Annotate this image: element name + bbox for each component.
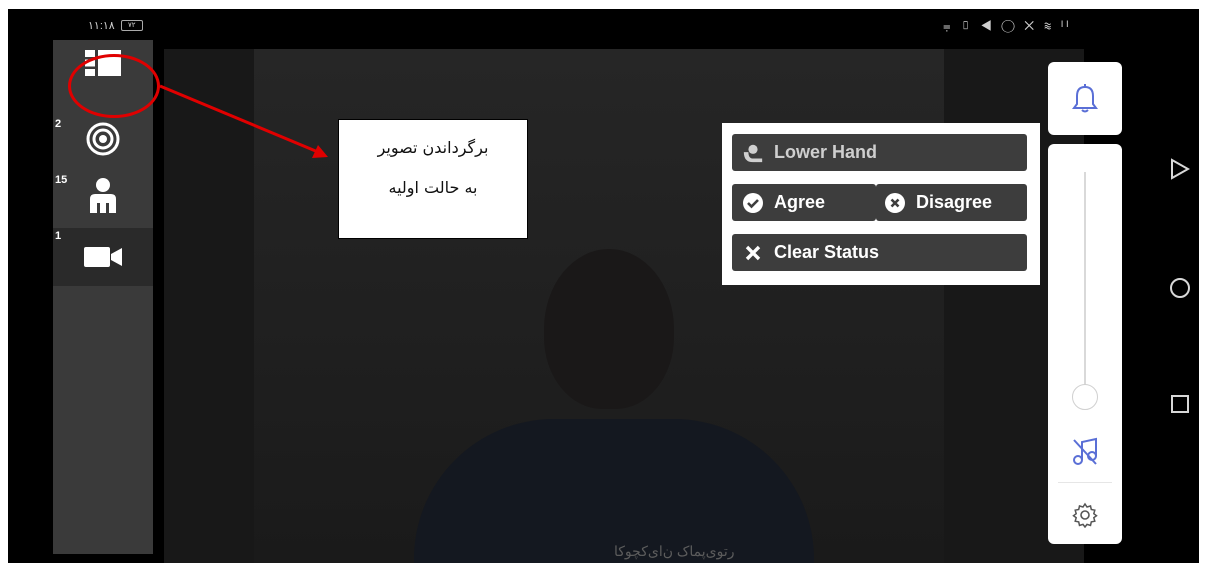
status-icons: ⩦ ▯ ◀ ◯ ✕ ≋ ᴵᴵ bbox=[943, 18, 1072, 33]
android-nav-bar bbox=[1160, 0, 1200, 564]
disagree-label: Disagree bbox=[916, 192, 993, 212]
phone-screen: ۱۱:۱۸ ۷۲ ⩦ ▯ ◀ ◯ ✕ ≋ ᴵᴵ رتوی‌پماک ن‌ای‌ک… bbox=[8, 9, 1199, 563]
status-menu: Lower Hand Agree Disagree Clear Status bbox=[722, 123, 1040, 285]
home-circle-icon[interactable] bbox=[1166, 274, 1194, 302]
agree-label: Agree bbox=[774, 192, 826, 212]
agree-button[interactable]: Agree bbox=[732, 184, 876, 221]
music-off-icon[interactable] bbox=[1072, 436, 1098, 471]
hand-icon bbox=[742, 142, 764, 164]
status-bar: ۱۱:۱۸ ۷۲ ⩦ ▯ ◀ ◯ ✕ ≋ ᴵᴵ bbox=[8, 9, 1199, 49]
status-time-group: ۱۱:۱۸ ۷۲ bbox=[88, 19, 143, 32]
participant-head bbox=[544, 249, 674, 409]
bell-icon[interactable] bbox=[1072, 84, 1098, 119]
video-camera-icon bbox=[83, 240, 123, 274]
panel-divider bbox=[1058, 482, 1112, 483]
annotation-callout: برگرداندن تصویر به حالت اولیه bbox=[338, 119, 528, 239]
battery-icon: ۷۲ bbox=[120, 20, 143, 31]
sidebar-count: 15 bbox=[55, 174, 68, 186]
sidebar-item-target[interactable]: 2 bbox=[53, 116, 153, 162]
lower-hand-label: Lower Hand bbox=[774, 142, 878, 162]
video-caption: رتوی‌پماک ن‌ای‌کچوکا bbox=[614, 543, 735, 559]
person-icon bbox=[83, 178, 123, 213]
notification-panel bbox=[1048, 62, 1122, 135]
x-circle-icon bbox=[884, 192, 906, 214]
close-icon bbox=[742, 242, 764, 264]
gear-icon[interactable] bbox=[1072, 502, 1098, 533]
back-triangle-icon[interactable] bbox=[1166, 155, 1194, 183]
highlight-circle bbox=[68, 54, 160, 118]
sidebar-item-camera[interactable]: 1 bbox=[53, 228, 153, 286]
volume-slider-track[interactable] bbox=[1084, 172, 1086, 402]
participant-body bbox=[414, 419, 814, 563]
sidebar-count: 2 bbox=[55, 118, 62, 130]
recents-square-icon[interactable] bbox=[1166, 390, 1194, 418]
volume-slider-thumb[interactable] bbox=[1072, 384, 1098, 410]
clear-status-label: Clear Status bbox=[774, 242, 880, 262]
status-time: ۱۱:۱۸ bbox=[88, 20, 115, 32]
disagree-button[interactable]: Disagree bbox=[876, 184, 1027, 221]
sidebar-count: 1 bbox=[55, 230, 62, 242]
sidebar-item-participants[interactable]: 15 bbox=[53, 172, 153, 218]
callout-line-1: برگرداندن تصویر bbox=[377, 138, 489, 157]
lower-hand-button[interactable]: Lower Hand bbox=[732, 134, 1027, 171]
clear-status-button[interactable]: Clear Status bbox=[732, 234, 1027, 271]
callout-line-2: به حالت اولیه bbox=[388, 178, 478, 197]
check-circle-icon bbox=[742, 192, 764, 214]
target-icon bbox=[83, 122, 123, 156]
volume-panel bbox=[1048, 144, 1122, 544]
